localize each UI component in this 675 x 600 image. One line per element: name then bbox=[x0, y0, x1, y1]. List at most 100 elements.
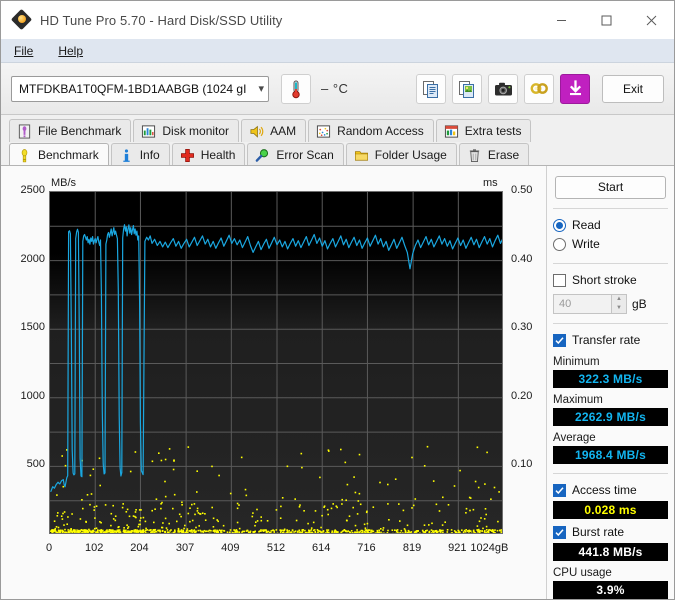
exit-button-label: Exit bbox=[622, 81, 643, 96]
title-bar: HD Tune Pro 5.70 - Hard Disk/SSD Utility bbox=[1, 1, 674, 39]
tab-file-benchmark-label: File Benchmark bbox=[38, 124, 122, 138]
tab-disk-monitor-label: Disk monitor bbox=[162, 124, 230, 138]
info-icon bbox=[123, 148, 130, 162]
stepper-up-icon[interactable]: ▲ bbox=[612, 294, 626, 304]
tab-folder-usage[interactable]: Folder Usage bbox=[345, 143, 457, 166]
menu-help[interactable]: Help bbox=[45, 42, 95, 60]
maximize-icon[interactable] bbox=[584, 1, 629, 39]
x-tick-label: 921 bbox=[448, 542, 467, 554]
temperature-value: – °C bbox=[321, 81, 349, 96]
menu-bar: File Help bbox=[1, 39, 674, 63]
tab-row-1: File Benchmark Disk monitor AAM Random A… bbox=[9, 119, 674, 142]
x-tick-label: 307 bbox=[175, 542, 195, 554]
temperature-icon[interactable] bbox=[281, 73, 311, 104]
drive-select-value: MTFDKBA1T0QFM-1BD1AABGB (1024 gI bbox=[19, 81, 247, 96]
average-value-box: 1968.4 MB/s bbox=[553, 445, 668, 464]
radio-read-label: Read bbox=[572, 218, 601, 233]
aam-icon bbox=[250, 125, 264, 138]
y-axis-unit-label: MB/s bbox=[51, 177, 77, 189]
minimize-icon[interactable] bbox=[539, 1, 584, 39]
checkbox-burst-rate[interactable]: Burst rate bbox=[553, 523, 668, 542]
file-benchmark-icon bbox=[18, 123, 31, 139]
short-stroke-stepper[interactable]: ▲ ▼ bbox=[611, 294, 626, 313]
x-tick-label: 819 bbox=[402, 542, 422, 554]
tab-erase-label: Erase bbox=[487, 148, 520, 162]
chevron-down-icon: ▾ bbox=[258, 83, 264, 95]
checkbox-transfer-rate-label: Transfer rate bbox=[572, 333, 641, 348]
y2-tick-label: 0.10 bbox=[511, 458, 533, 471]
y2-tick-label: 0.30 bbox=[511, 321, 533, 334]
y-tick-label: 2500 bbox=[20, 184, 45, 196]
stepper-down-icon[interactable]: ▼ bbox=[612, 303, 626, 313]
cpu-usage-value-box: 3.9% bbox=[553, 580, 668, 599]
checkbox-access-time-box bbox=[553, 483, 566, 497]
tab-disk-monitor[interactable]: Disk monitor bbox=[133, 119, 240, 142]
x-tick-label: 0 bbox=[45, 542, 53, 554]
start-button-label: Start bbox=[597, 180, 624, 195]
menu-file[interactable]: File bbox=[1, 42, 45, 60]
tab-info[interactable]: Info bbox=[110, 143, 170, 166]
tab-random-access[interactable]: Random Access bbox=[308, 119, 434, 142]
screenshot-button[interactable] bbox=[488, 73, 518, 104]
y-tick-label: 1000 bbox=[20, 389, 45, 402]
y2-tick-label: 0.20 bbox=[511, 389, 533, 402]
extra-tests-icon bbox=[444, 124, 458, 138]
hd-tune-window: HD Tune Pro 5.70 - Hard Disk/SSD Utility… bbox=[0, 0, 675, 600]
checkbox-access-time-label: Access time bbox=[572, 483, 637, 498]
short-stroke-unit: gB bbox=[632, 296, 647, 311]
copy-image-button[interactable] bbox=[452, 73, 482, 104]
tab-aam[interactable]: AAM bbox=[241, 119, 307, 142]
menu-help-label: Help bbox=[58, 43, 84, 58]
cpu-usage-value: 3.9% bbox=[596, 582, 625, 597]
maximum-label: Maximum bbox=[553, 393, 603, 406]
drive-select[interactable]: MTFDKBA1T0QFM-1BD1AABGB (1024 gI ▾ bbox=[11, 75, 269, 102]
tab-info-label: Info bbox=[139, 148, 160, 162]
checkbox-transfer-rate[interactable]: Transfer rate bbox=[553, 331, 668, 350]
x-tick-label: 512 bbox=[266, 542, 286, 554]
radio-write[interactable]: Write bbox=[553, 235, 668, 254]
copy-button[interactable] bbox=[416, 73, 446, 104]
random-access-icon bbox=[317, 124, 331, 138]
radio-read-indicator bbox=[553, 218, 566, 232]
y-tick-label: 500 bbox=[26, 458, 45, 471]
tab-extra-tests[interactable]: Extra tests bbox=[435, 119, 532, 142]
settings-button[interactable] bbox=[524, 73, 554, 104]
close-icon[interactable] bbox=[629, 1, 674, 39]
exit-button[interactable]: Exit bbox=[602, 74, 664, 103]
tab-erase[interactable]: Erase bbox=[458, 143, 530, 166]
radio-write-indicator bbox=[553, 237, 566, 251]
checkbox-short-stroke[interactable]: Short stroke bbox=[553, 271, 668, 290]
disk-monitor-icon bbox=[142, 124, 156, 138]
x-tick-label: 102 bbox=[85, 542, 104, 554]
radio-read[interactable]: Read bbox=[553, 216, 668, 235]
start-button[interactable]: Start bbox=[555, 176, 666, 199]
toolbar: MTFDKBA1T0QFM-1BD1AABGB (1024 gI ▾ – °C bbox=[1, 63, 674, 115]
erase-icon bbox=[469, 148, 479, 162]
tab-folder-usage-label: Folder Usage bbox=[374, 148, 447, 162]
chart-canvas bbox=[50, 192, 502, 533]
menu-file-label: File bbox=[14, 43, 34, 58]
access-time-value-box: 0.028 ms bbox=[553, 500, 668, 519]
tab-bar: File Benchmark Disk monitor AAM Random A… bbox=[1, 115, 674, 166]
tab-extra-tests-label: Extra tests bbox=[464, 124, 522, 138]
short-stroke-input[interactable]: 40 ▲ ▼ bbox=[553, 293, 627, 314]
burst-rate-value: 441.8 MB/s bbox=[578, 544, 643, 559]
health-icon bbox=[180, 148, 194, 162]
cpu-usage-label: CPU usage bbox=[553, 566, 612, 579]
tab-error-scan[interactable]: Error Scan bbox=[247, 143, 344, 166]
checkbox-burst-rate-box bbox=[553, 525, 566, 539]
save-button[interactable] bbox=[560, 73, 590, 104]
tab-benchmark-label: Benchmark bbox=[38, 148, 99, 162]
tab-health[interactable]: Health bbox=[171, 143, 246, 166]
tab-file-benchmark[interactable]: File Benchmark bbox=[9, 119, 132, 142]
y2-tick-label: 0.50 bbox=[511, 184, 533, 196]
x-tick-label: 1024gB bbox=[470, 542, 509, 554]
checkbox-access-time[interactable]: Access time bbox=[553, 481, 668, 500]
maximum-value-box: 2262.9 MB/s bbox=[553, 407, 668, 426]
y-tick-label: 1500 bbox=[20, 321, 45, 334]
window-controls bbox=[539, 1, 674, 39]
tab-benchmark[interactable]: Benchmark bbox=[9, 143, 109, 166]
x-tick-label: 614 bbox=[312, 542, 331, 554]
y2-axis-unit-label: ms bbox=[483, 177, 498, 189]
short-stroke-size-row: 40 ▲ ▼ gB bbox=[553, 293, 668, 314]
